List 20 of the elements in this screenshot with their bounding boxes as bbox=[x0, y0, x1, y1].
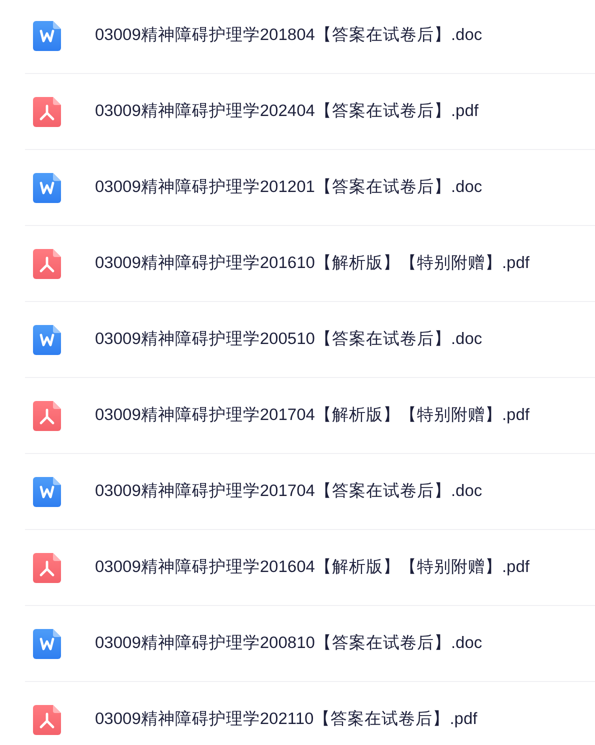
word-file-icon bbox=[33, 628, 61, 658]
file-name-link[interactable]: 03009精神障碍护理学201804【答案在试卷后】.doc bbox=[95, 23, 482, 48]
file-name-link[interactable]: 03009精神障碍护理学202110【答案在试卷后】.pdf bbox=[95, 707, 478, 732]
word-file-icon bbox=[33, 324, 61, 354]
file-name-link[interactable]: 03009精神障碍护理学201604【解析版】【特别附赠】.pdf bbox=[95, 555, 530, 580]
word-file-icon bbox=[33, 476, 61, 506]
pdf-file-icon bbox=[33, 400, 61, 430]
file-name-link[interactable]: 03009精神障碍护理学200510【答案在试卷后】.doc bbox=[95, 327, 482, 352]
word-file-icon bbox=[33, 172, 61, 202]
file-name-link[interactable]: 03009精神障碍护理学202404【答案在试卷后】.pdf bbox=[95, 99, 478, 124]
file-name-link[interactable]: 03009精神障碍护理学201610【解析版】【特别附赠】.pdf bbox=[95, 251, 530, 276]
word-file-icon bbox=[33, 20, 61, 50]
pdf-file-icon bbox=[33, 704, 61, 734]
pdf-file-icon bbox=[33, 248, 61, 278]
file-name-link[interactable]: 03009精神障碍护理学200810【答案在试卷后】.doc bbox=[95, 631, 482, 656]
pdf-file-icon bbox=[33, 552, 61, 582]
pdf-file-icon bbox=[33, 96, 61, 126]
file-name-link[interactable]: 03009精神障碍护理学201201【答案在试卷后】.doc bbox=[95, 175, 482, 200]
file-name-link[interactable]: 03009精神障碍护理学201704【解析版】【特别附赠】.pdf bbox=[95, 403, 530, 428]
file-name-link[interactable]: 03009精神障碍护理学201704【答案在试卷后】.doc bbox=[95, 479, 482, 504]
